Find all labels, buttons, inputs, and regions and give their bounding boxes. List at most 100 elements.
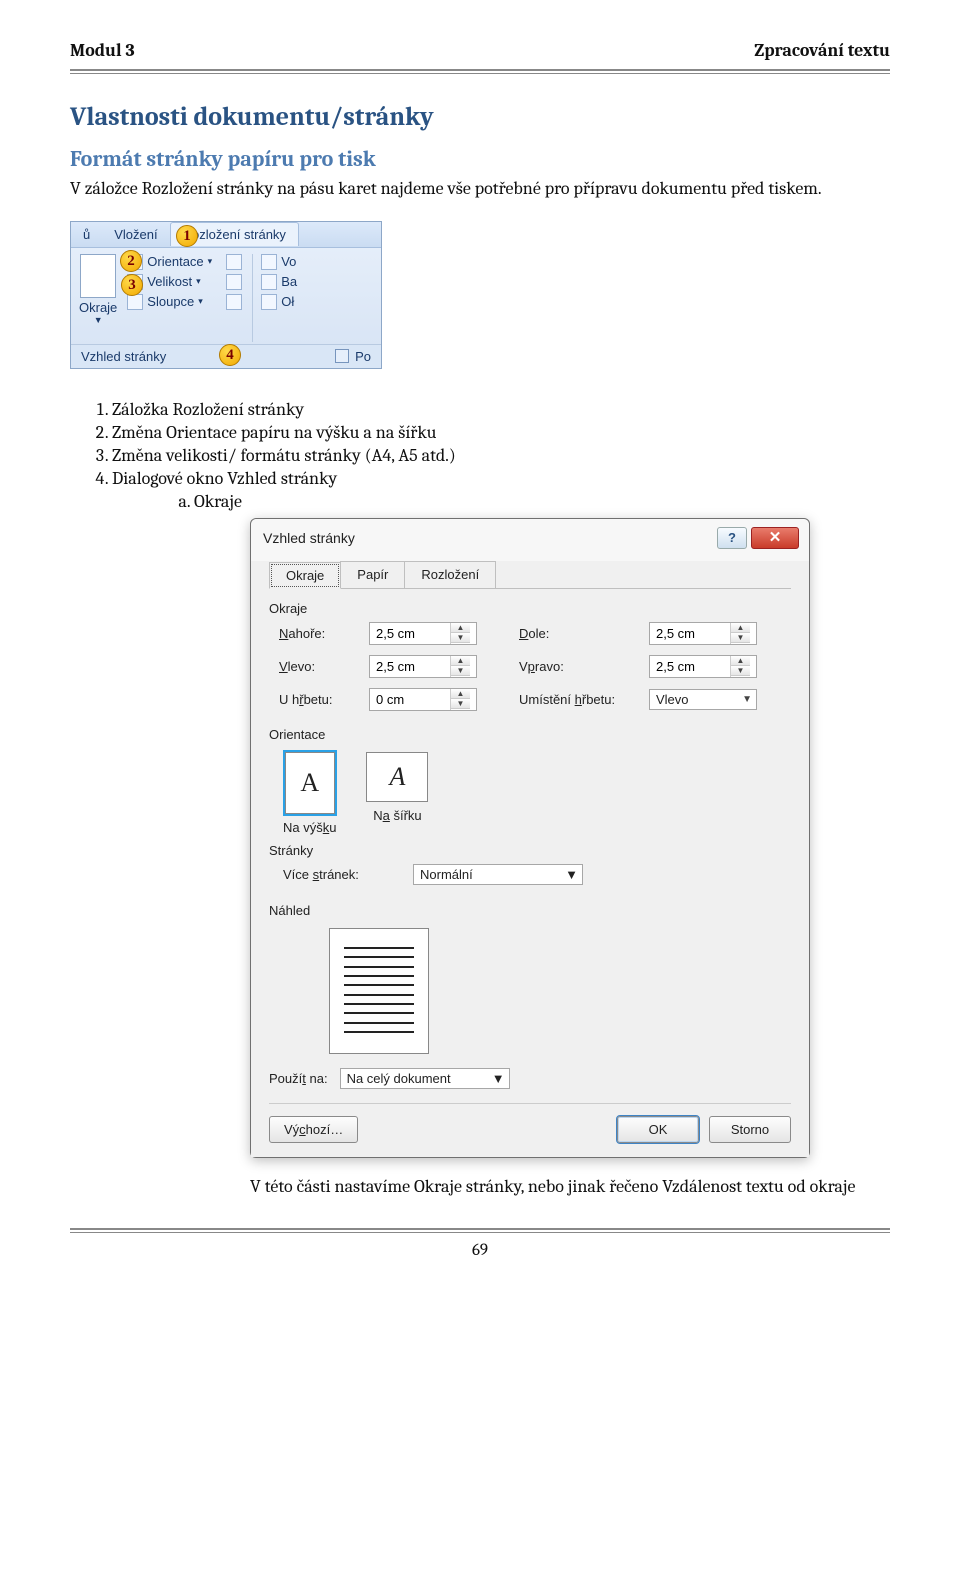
- dialog-titlebar: Vzhled stránky ? ✕: [251, 519, 809, 561]
- ribbon-okraje-label: Okraje: [79, 300, 117, 315]
- ribbon-right-c: Oł: [261, 294, 297, 310]
- margins-icon: [80, 254, 116, 298]
- spin-left[interactable]: ▲▼: [369, 655, 477, 678]
- marker-2: 2: [120, 250, 142, 272]
- tab-papir[interactable]: Papír: [340, 561, 405, 588]
- label-right: Vpravo:: [519, 659, 649, 674]
- ribbon-next-group-hint: Po: [355, 349, 371, 364]
- chevron-down-icon: ▼: [94, 315, 103, 325]
- columns-icon: [127, 294, 143, 310]
- input-top[interactable]: [370, 623, 450, 644]
- header-rule: [70, 69, 890, 74]
- ribbon-mini-1: [226, 254, 242, 270]
- chevron-down-icon: ▼: [492, 1071, 505, 1086]
- marker-4: 4: [219, 344, 241, 366]
- list-item-2: Změna Orientace papíru na výšku a na šíř…: [112, 422, 890, 443]
- chevron-down-icon: ▾: [208, 256, 213, 267]
- list-item-4a: Okraje: [194, 491, 890, 512]
- pagecolor-icon: [261, 274, 277, 290]
- page-number: 69: [70, 1241, 890, 1260]
- marker-1: 1: [176, 225, 198, 247]
- page-header: Modul 3 Zpracování textu: [70, 40, 890, 61]
- tab-okraje[interactable]: Okraje: [269, 562, 341, 589]
- help-button[interactable]: ?: [717, 527, 747, 549]
- chevron-down-icon: ▾: [196, 276, 201, 287]
- chevron-down-icon: ▾: [198, 296, 203, 307]
- group-orient-label: Orientace: [269, 727, 791, 742]
- ribbon-sloupce: Sloupce ▾: [127, 294, 212, 310]
- spin-up-icon[interactable]: ▲: [451, 656, 470, 666]
- closing-text: V této části nastavíme Okraje stránky, n…: [250, 1176, 890, 1199]
- preview-thumbnail: [329, 928, 429, 1054]
- orient-landscape-label: Na šířku: [373, 808, 421, 823]
- numbered-list: Záložka Rozložení stránky Změna Orientac…: [112, 399, 890, 512]
- group-okraje-label: Okraje: [269, 601, 791, 616]
- spin-down-icon[interactable]: ▼: [731, 633, 750, 643]
- ribbon-tab-vlozeni: Vložení: [102, 223, 169, 246]
- ribbon-mini-3: [226, 294, 242, 310]
- spin-up-icon[interactable]: ▲: [731, 623, 750, 633]
- ribbon-tabs: ů Vložení Rozložení stránky: [71, 222, 381, 248]
- dropdown-apply[interactable]: Na celý dokument▼: [340, 1068, 510, 1089]
- ribbon-right-b: Ba: [261, 274, 297, 290]
- cancel-button[interactable]: Storno: [709, 1116, 791, 1143]
- spin-down-icon[interactable]: ▼: [451, 699, 470, 709]
- input-gutter[interactable]: [370, 689, 450, 710]
- landscape-icon: A: [366, 752, 428, 802]
- list-item-1: Záložka Rozložení stránky: [112, 399, 890, 420]
- spin-up-icon[interactable]: ▲: [451, 623, 470, 633]
- dialog-title: Vzhled stránky: [263, 530, 355, 546]
- close-button[interactable]: ✕: [751, 527, 799, 549]
- orient-portrait[interactable]: A Na výšku: [283, 752, 336, 835]
- label-left: Vlevo:: [279, 659, 369, 674]
- line-numbers-icon: [226, 274, 242, 290]
- ribbon-mini-2: [226, 274, 242, 290]
- spin-gutter[interactable]: ▲▼: [369, 688, 477, 711]
- ribbon-group-label: Vzhled stránky: [81, 349, 166, 364]
- ok-button[interactable]: OK: [617, 1116, 699, 1143]
- dialog-tabs: Okraje Papír Rozložení: [269, 561, 791, 589]
- hyphen-icon: [226, 294, 242, 310]
- ribbon-right-a: Vo: [261, 254, 297, 270]
- portrait-icon: A: [285, 752, 335, 814]
- section-title: Vlastnosti dokumentu/stránky: [70, 102, 890, 132]
- breaks-icon: [226, 254, 242, 270]
- page-setup-dialog: Vzhled stránky ? ✕ Okraje Papír Rozložen…: [250, 518, 810, 1158]
- dialog-launcher-icon: [335, 349, 349, 363]
- label-bottom: Dole:: [519, 626, 649, 641]
- orient-landscape[interactable]: A Na šířku: [366, 752, 428, 835]
- dropdown-multi-pages[interactable]: Normální▼: [413, 864, 583, 885]
- spin-bottom[interactable]: ▲▼: [649, 622, 757, 645]
- spin-down-icon[interactable]: ▼: [451, 633, 470, 643]
- group-preview-label: Náhled: [269, 903, 791, 918]
- label-top: Nahoře:: [279, 626, 369, 641]
- marker-3: 3: [121, 274, 143, 296]
- spin-up-icon[interactable]: ▲: [451, 689, 470, 699]
- spin-top[interactable]: ▲▼: [369, 622, 477, 645]
- chevron-down-icon: ▼: [565, 867, 578, 882]
- chevron-down-icon: ▼: [742, 694, 752, 705]
- label-gutter-pos: Umístění hřbetu:: [519, 692, 649, 707]
- spin-down-icon[interactable]: ▼: [451, 666, 470, 676]
- ribbon-tab-prev: ů: [71, 223, 102, 246]
- spin-right[interactable]: ▲▼: [649, 655, 757, 678]
- tab-rozlozeni[interactable]: Rozložení: [404, 561, 496, 588]
- orient-portrait-label: Na výšku: [283, 820, 336, 835]
- borders-icon: [261, 294, 277, 310]
- ribbon-okraje-button: Okraje ▼: [79, 254, 117, 342]
- label-multi-pages: Více stránek:: [283, 867, 413, 882]
- input-bottom[interactable]: [650, 623, 730, 644]
- default-button[interactable]: Výchozí…: [269, 1116, 358, 1143]
- list-item-3: Změna velikosti/ formátu stránky (A4, A5…: [112, 445, 890, 466]
- dropdown-gutter-pos[interactable]: Vlevo▼: [649, 689, 757, 710]
- label-apply: Použít na:: [269, 1071, 328, 1086]
- list-item-4-text: Dialogové okno Vzhled stránky: [112, 468, 337, 489]
- spin-up-icon[interactable]: ▲: [731, 656, 750, 666]
- input-right[interactable]: [650, 656, 730, 677]
- intro-paragraph: V záložce Rozložení stránky na pásu kare…: [70, 178, 890, 201]
- subsection-title: Formát stránky papíru pro tisk: [70, 146, 890, 172]
- label-gutter: U hřbetu:: [279, 692, 369, 707]
- input-left[interactable]: [370, 656, 450, 677]
- footer-rule: [70, 1228, 890, 1233]
- spin-down-icon[interactable]: ▼: [731, 666, 750, 676]
